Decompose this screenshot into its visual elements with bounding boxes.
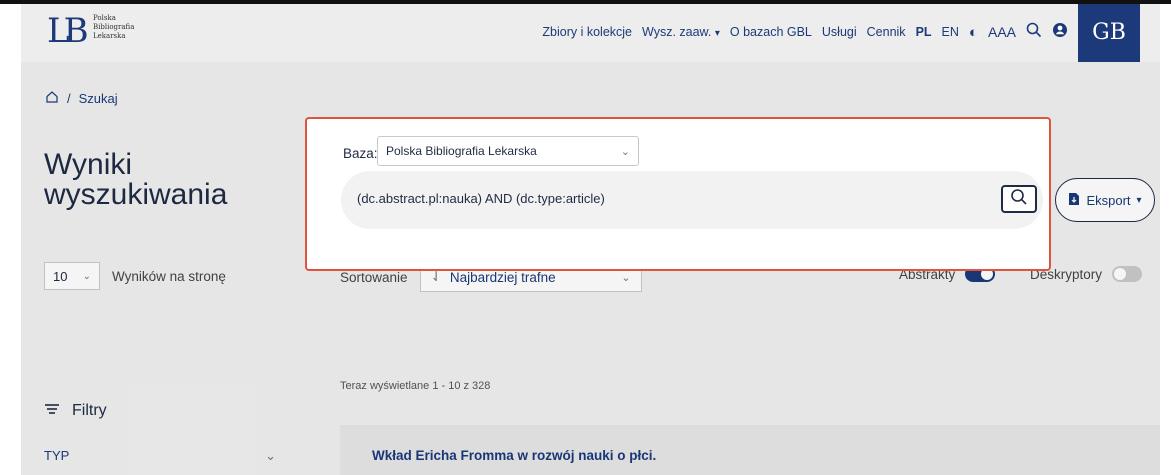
logo-line-3: Lekarska xyxy=(93,32,126,40)
search-submit-button[interactable] xyxy=(1001,185,1037,213)
lang-en[interactable]: EN xyxy=(942,25,959,39)
nav-advanced-search-label: Wysz. zaaw. xyxy=(642,25,712,39)
logo-line-1: Polska xyxy=(93,14,116,22)
search-query-field[interactable]: (dc.abstract.pl:nauka) AND (dc.type:arti… xyxy=(341,171,1043,229)
logo-line-2: Bibliografia xyxy=(93,23,135,31)
logo-text: Polska Bibliografia Lekarska xyxy=(93,14,134,41)
search-icon[interactable] xyxy=(1026,22,1042,42)
database-select[interactable]: Polska Bibliografia Lekarska ⌄ xyxy=(377,136,639,166)
logo-mark: LB xyxy=(47,11,89,51)
nav-collections[interactable]: Zbiory i kolekcje xyxy=(542,25,632,39)
gbl-brand-box[interactable]: GB xyxy=(1078,4,1140,62)
contrast-icon[interactable]: ◐ xyxy=(969,24,978,41)
search-icon xyxy=(1010,188,1028,211)
chevron-down-icon: ⌄ xyxy=(620,145,630,158)
browser-frame: LB Polska Bibliografia Lekarska Zbiory i… xyxy=(0,0,1171,475)
nav-about[interactable]: O bazach GBL xyxy=(730,25,812,39)
main-nav: Zbiory i kolekcje Wysz. zaaw. ▾ O bazach… xyxy=(542,22,1068,42)
lang-pl[interactable]: PL xyxy=(916,25,932,39)
site-logo[interactable]: LB Polska Bibliografia Lekarska xyxy=(47,10,134,60)
search-query-text: (dc.abstract.pl:nauka) AND (dc.type:arti… xyxy=(357,191,605,206)
user-account-icon[interactable] xyxy=(1052,22,1068,42)
font-size-toggle[interactable]: AAA xyxy=(988,24,1016,40)
nav-advanced-search[interactable]: Wysz. zaaw. ▾ xyxy=(642,25,720,39)
search-dialog: Baza: Polska Bibliografia Lekarska ⌄ (dc… xyxy=(305,117,1051,271)
nav-services[interactable]: Usługi xyxy=(822,25,857,39)
database-value: Polska Bibliografia Lekarska xyxy=(386,144,537,158)
chevron-down-icon: ▾ xyxy=(714,28,720,39)
database-label: Baza: xyxy=(343,146,378,161)
nav-pricing[interactable]: Cennik xyxy=(867,25,906,39)
site-header: LB Polska Bibliografia Lekarska Zbiory i… xyxy=(21,4,1160,62)
